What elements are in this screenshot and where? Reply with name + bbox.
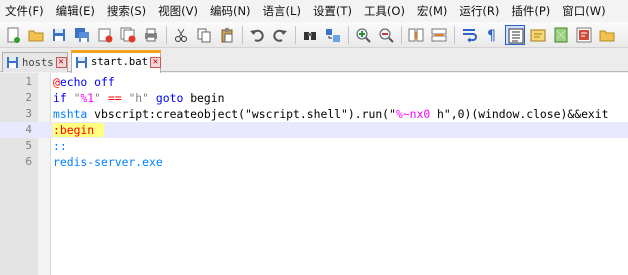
menu-item[interactable]: 插件(P) xyxy=(505,0,556,22)
menu-bar: 文件(F) 编辑(E) 搜索(S) 视图(V) 编码(N) 语言(L) 设置(T) 工具(O)… xyxy=(0,0,628,22)
close-icon[interactable] xyxy=(95,25,115,45)
line-number: 1 xyxy=(25,75,32,88)
save-icon[interactable] xyxy=(49,25,69,45)
code-token: " xyxy=(94,91,102,105)
paste-icon[interactable] xyxy=(217,25,237,45)
menu-item[interactable]: 编辑(E) xyxy=(50,0,101,22)
show-all-chars-icon[interactable]: ¶ xyxy=(482,25,502,45)
code-line[interactable]: 1 @echo off xyxy=(0,74,628,90)
menu-item[interactable]: 文件(F) xyxy=(0,0,50,22)
code-line[interactable]: 4 :begin xyxy=(0,122,628,138)
code-token: redis-server.exe xyxy=(53,155,163,169)
toolbar-separator xyxy=(454,25,455,44)
line-number: 2 xyxy=(25,91,32,104)
undo-icon[interactable] xyxy=(247,25,267,45)
code-token: echo off xyxy=(59,75,115,89)
function-list-icon[interactable] xyxy=(574,25,594,45)
code-token: :: xyxy=(53,139,67,153)
zoom-in-icon[interactable] xyxy=(353,25,373,45)
code-token: if xyxy=(53,91,74,105)
word-wrap-icon[interactable] xyxy=(459,25,479,45)
svg-text:¶: ¶ xyxy=(487,28,496,43)
copy-icon[interactable] xyxy=(194,25,214,45)
file-icon xyxy=(75,56,88,69)
code-editor[interactable]: 1 @echo off 2 if "%1" == "h" goto begin 3 msh… xyxy=(0,73,628,275)
tab-bar: hosts ✕ start.bat ✕ xyxy=(0,48,628,73)
tab-start-bat[interactable]: start.bat ✕ xyxy=(71,50,161,73)
print-icon[interactable] xyxy=(141,25,161,45)
tab-label: start.bat xyxy=(91,56,148,68)
code-line[interactable]: 2 if "%1" == "h" goto begin xyxy=(0,90,628,106)
save-all-icon[interactable] xyxy=(72,25,92,45)
menu-item[interactable]: 设置(T) xyxy=(307,0,358,22)
toolbar-separator xyxy=(242,25,243,44)
toolbar-separator xyxy=(295,25,296,44)
close-tab-icon[interactable]: ✕ xyxy=(55,57,67,68)
menu-item[interactable]: 工具(O) xyxy=(358,0,411,22)
doc-map-icon[interactable] xyxy=(551,25,571,45)
code-line[interactable]: 5:: xyxy=(0,138,628,154)
toolbar-separator xyxy=(348,25,349,44)
cut-icon[interactable] xyxy=(171,25,191,45)
code-text: if "%1" == "h" goto begin xyxy=(53,90,224,106)
toolbar-separator xyxy=(401,25,402,44)
menu-item[interactable]: 搜索(S) xyxy=(101,0,152,22)
code-token: begin xyxy=(190,91,225,105)
code-text: mshta vbscript:createobject("wscript.she… xyxy=(53,106,609,122)
code-text: :: xyxy=(53,138,67,154)
toolbar: ¶ xyxy=(0,22,628,48)
menu-item[interactable]: 编码(N) xyxy=(204,0,257,22)
file-icon xyxy=(6,56,19,69)
close-all-icon[interactable] xyxy=(118,25,138,45)
tab-label: hosts xyxy=(22,56,54,69)
redo-icon[interactable] xyxy=(270,25,290,45)
menu-item[interactable]: 运行(R) xyxy=(453,0,505,22)
sync-vertical-icon[interactable] xyxy=(406,25,426,45)
new-file-icon[interactable] xyxy=(3,25,23,45)
code-token: :begin xyxy=(53,123,105,137)
close-tab-icon[interactable]: ✕ xyxy=(149,56,161,68)
folder-workspace-icon[interactable] xyxy=(597,25,617,45)
code-token: mshta xyxy=(53,107,95,121)
code-text: @echo off xyxy=(53,74,115,90)
replace-icon[interactable] xyxy=(323,25,343,45)
zoom-out-icon[interactable] xyxy=(376,25,396,45)
menu-item[interactable]: 宏(M) xyxy=(411,0,453,22)
toolbar-separator xyxy=(166,25,167,44)
code-line[interactable]: 3 mshta vbscript:createobject("wscript.sh… xyxy=(0,106,628,122)
code-token: %1 xyxy=(80,91,95,105)
code-text: redis-server.exe xyxy=(53,154,163,170)
line-number: 4 xyxy=(25,123,32,136)
editor-lines: 1 @echo off 2 if "%1" == "h" goto begin 3 msh… xyxy=(0,74,628,170)
user-language-icon[interactable] xyxy=(528,25,548,45)
open-file-icon[interactable] xyxy=(26,25,46,45)
code-text: :begin xyxy=(53,122,105,138)
code-token: goto xyxy=(149,91,191,105)
indent-guide-icon[interactable] xyxy=(505,24,525,45)
menu-item[interactable]: 窗口(W) xyxy=(556,0,611,22)
code-line[interactable]: 6 redis-server.exe xyxy=(0,154,628,170)
tab-hosts[interactable]: hosts ✕ xyxy=(2,52,68,72)
code-token: == xyxy=(101,91,129,105)
line-number: 6 xyxy=(25,155,32,168)
line-number: 5 xyxy=(25,139,32,152)
line-number: 3 xyxy=(25,107,32,120)
code-token: @ xyxy=(53,75,60,89)
code-token: %~nx0 xyxy=(395,107,431,121)
menu-item[interactable]: 语言(L) xyxy=(257,0,307,22)
find-icon[interactable] xyxy=(300,25,320,45)
code-token: vbscript:createobject("wscript.shell").r… xyxy=(94,107,396,121)
sync-horizontal-icon[interactable] xyxy=(429,25,449,45)
code-token: h",0)(window.close)&&exit xyxy=(430,107,609,121)
code-token: "h" xyxy=(128,91,150,105)
menu-item[interactable]: 视图(V) xyxy=(152,0,204,22)
